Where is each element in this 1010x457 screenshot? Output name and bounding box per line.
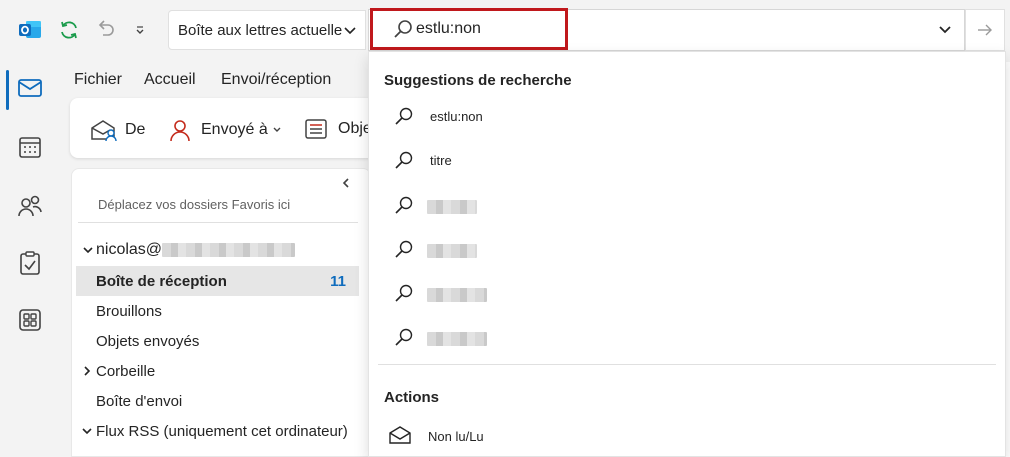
search-highlight-box [370, 8, 568, 50]
undo-button[interactable] [93, 18, 117, 42]
dropdown-scrollbar[interactable] [998, 52, 1006, 456]
account-header[interactable]: nicolas@ [82, 241, 296, 259]
folder-sent[interactable]: Objets envoyés [76, 326, 359, 356]
envelope-open-icon [389, 426, 411, 444]
search-scope-select[interactable]: Boîte aux lettres actuelle [168, 10, 366, 50]
redacted-text [162, 243, 296, 257]
customize-toolbar-button[interactable] [128, 18, 152, 42]
search-submit-button[interactable] [965, 9, 1005, 51]
folder-drafts[interactable]: Brouillons [76, 296, 359, 326]
suggestion-item[interactable] [384, 274, 994, 314]
arrow-right-icon [978, 24, 992, 36]
envelope-person-icon [91, 120, 117, 142]
from-filter-label: De [125, 121, 146, 138]
search-icon [395, 284, 413, 302]
folder-rss[interactable]: Flux RSS (uniquement cet ordinateur) [76, 416, 359, 446]
favorites-hint: Déplacez vos dossiers Favoris ici [98, 197, 291, 212]
chevron-down-icon [344, 27, 356, 35]
folder-label: Flux RSS (uniquement cet ordinateur) [96, 422, 348, 440]
search-icon [395, 328, 413, 346]
list-icon [305, 119, 327, 139]
app-rail [0, 62, 60, 457]
suggestion-item[interactable] [384, 230, 994, 270]
folder-label: Boîte d'envoi [96, 392, 183, 410]
reading-pane [1006, 62, 1010, 457]
suggestion-text: titre [430, 153, 452, 168]
calendar-icon [19, 137, 41, 158]
action-read-unread[interactable]: Non lu/Lu [384, 415, 994, 455]
chevron-down-icon [83, 247, 93, 254]
outlook-logo-icon[interactable] [18, 19, 42, 41]
suggestion-text: estlu:non [430, 109, 483, 124]
clipboard-check-icon [20, 251, 40, 275]
folder-inbox[interactable]: Boîte de réception 11 [76, 266, 359, 296]
chevron-right-icon [84, 366, 91, 376]
unread-count: 11 [330, 272, 346, 290]
suggestion-item[interactable] [384, 318, 994, 358]
rail-people[interactable] [16, 192, 44, 220]
redacted-text [427, 244, 477, 258]
undo-icon [98, 20, 114, 36]
search-icon [395, 151, 413, 169]
tab-accueil[interactable]: Accueil [144, 71, 196, 89]
tab-envoi-reception[interactable]: Envoi/réception [221, 71, 331, 89]
subject-filter-label: Obje [338, 120, 372, 137]
chevron-down-icon [82, 428, 92, 435]
suggestion-item[interactable] [384, 186, 994, 226]
suggestion-item[interactable]: titre [384, 141, 994, 181]
rail-apps[interactable] [16, 306, 44, 334]
rail-tasks[interactable] [16, 249, 44, 277]
account-name: nicolas@ [96, 241, 163, 258]
folder-label: Objets envoyés [96, 332, 200, 350]
rail-active-indicator [6, 70, 9, 110]
search-options-chevron-icon[interactable] [938, 24, 952, 36]
chevron-down-icon [273, 127, 281, 132]
person-icon [170, 120, 190, 142]
chevron-left-icon [342, 178, 349, 188]
search-icon [395, 107, 413, 125]
action-text: Non lu/Lu [428, 429, 484, 444]
search-icon [395, 240, 413, 258]
search-icon [395, 196, 413, 214]
folder-trash[interactable]: Corbeille [76, 356, 359, 386]
folder-label: Corbeille [96, 362, 156, 380]
rail-calendar[interactable] [16, 133, 44, 161]
folder-outbox[interactable]: Boîte d'envoi [76, 386, 359, 416]
dropdown-divider [378, 364, 996, 365]
rail-mail[interactable] [16, 74, 44, 102]
suggestion-item[interactable]: estlu:non [384, 97, 994, 137]
redacted-text [427, 288, 487, 302]
folder-label: Brouillons [96, 302, 162, 320]
actions-heading: Actions [384, 389, 440, 406]
redacted-text [427, 200, 477, 214]
tab-fichier[interactable]: Fichier [74, 71, 122, 89]
apps-grid-icon [19, 309, 41, 331]
redacted-text [427, 332, 487, 346]
sent-to-filter-button[interactable]: Envoyé à [168, 118, 282, 142]
search-scope-label: Boîte aux lettres actuelle [178, 21, 343, 39]
people-icon [18, 195, 42, 217]
collapse-pane-button[interactable] [342, 177, 350, 191]
folder-label: Boîte de réception [96, 272, 227, 290]
subject-filter-button[interactable]: Obje [304, 118, 372, 140]
chevron-down-icon [136, 26, 144, 34]
suggestions-heading: Suggestions de recherche [384, 72, 572, 89]
mail-icon [18, 79, 42, 97]
sync-icon [61, 21, 77, 39]
sync-button[interactable] [57, 18, 81, 42]
from-filter-button[interactable]: De [90, 118, 145, 142]
favorites-divider [78, 222, 358, 223]
sent-to-filter-label: Envoyé à [201, 121, 268, 138]
